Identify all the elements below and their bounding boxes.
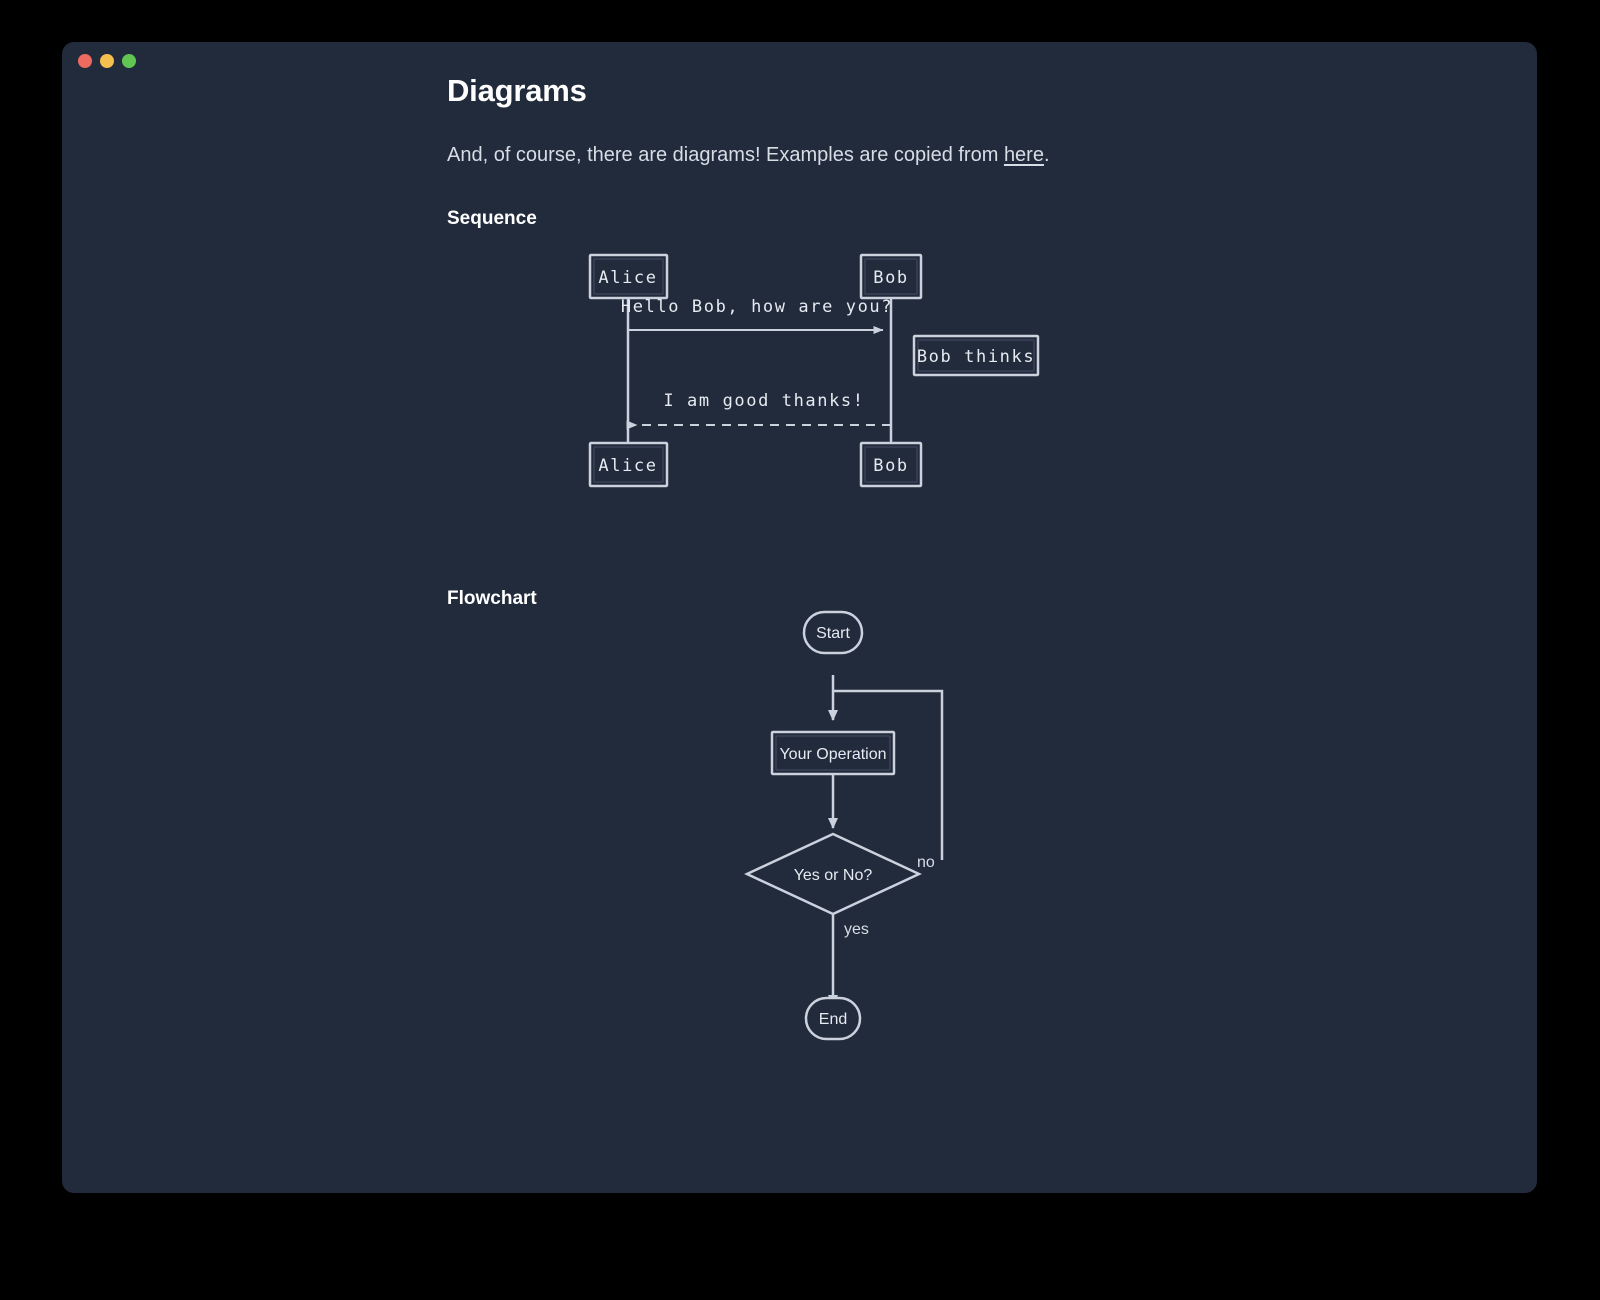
app-window: Diagrams And, of course, there are diagr… xyxy=(62,42,1537,1193)
flowchart-edge-decide-op xyxy=(833,689,944,861)
sequence-note-bob-thinks: Bob thinks xyxy=(912,334,1040,377)
document-content: Diagrams And, of course, there are diagr… xyxy=(447,72,1507,1090)
flowchart-node-start: Start xyxy=(802,610,864,655)
section-heading-flowchart: Flowchart xyxy=(447,588,537,610)
sequence-actor-bob-top: Bob xyxy=(859,253,923,300)
page-title: Diagrams xyxy=(447,73,587,108)
intro-text-after: . xyxy=(1043,144,1050,167)
sequence-actor-label: Alice xyxy=(598,268,657,288)
sequence-message-2: I am good thanks! xyxy=(626,391,891,430)
intro-paragraph: And, of course, there are diagrams! Exam… xyxy=(447,109,1507,170)
sequence-message-label: I am good thanks! xyxy=(663,391,864,411)
window-maximize-button[interactable] xyxy=(122,54,136,68)
flowchart-edge-label-yes: yes xyxy=(844,921,869,938)
intro-text-before: And, of course, there are diagrams! Exam… xyxy=(447,144,1004,167)
flowchart-node-label: Yes or No? xyxy=(794,867,873,884)
flowchart-edge-label-no: no xyxy=(917,854,935,871)
sequence-actor-alice-top: Alice xyxy=(588,253,669,300)
sequence-diagram: Alice Bob Hello Bob, how are you? Bob th… xyxy=(447,230,1507,550)
sequence-actor-label: Bob xyxy=(873,268,909,288)
flowchart-node-end: End xyxy=(804,996,862,1041)
flowchart-node-operation: Your Operation xyxy=(770,730,896,776)
sequence-actor-label: Alice xyxy=(598,456,657,476)
flowchart-node-decision: Yes or No? xyxy=(744,832,922,916)
window-close-button[interactable] xyxy=(78,54,92,68)
sequence-message-1: Hello Bob, how are you? xyxy=(621,297,893,335)
sequence-note-label: Bob thinks xyxy=(917,347,1035,367)
sequence-actor-bob-bottom: Bob xyxy=(859,441,923,488)
sequence-actor-alice-bottom: Alice xyxy=(588,441,669,488)
here-link[interactable]: here xyxy=(1004,144,1044,166)
flowchart-node-label: End xyxy=(819,1011,847,1028)
section-heading-sequence: Sequence xyxy=(447,208,537,230)
flowchart-diagram: Start Your Operation Yes or No? no yes E… xyxy=(447,610,1507,1090)
flowchart-node-label: Your Operation xyxy=(779,746,886,763)
window-titlebar xyxy=(62,42,1537,74)
sequence-actor-label: Bob xyxy=(873,456,909,476)
flowchart-node-label: Start xyxy=(816,625,850,642)
sequence-message-label: Hello Bob, how are you? xyxy=(621,297,893,317)
screen: Diagrams And, of course, there are diagr… xyxy=(0,0,1600,1300)
window-minimize-button[interactable] xyxy=(100,54,114,68)
